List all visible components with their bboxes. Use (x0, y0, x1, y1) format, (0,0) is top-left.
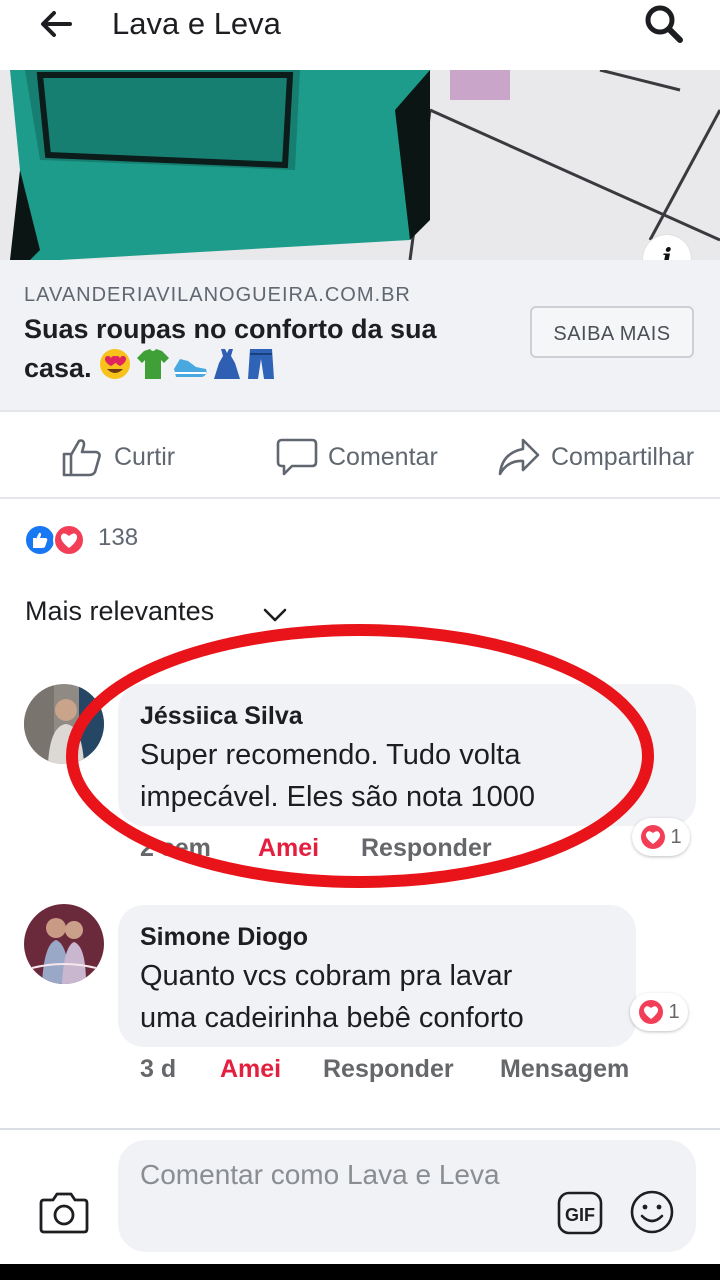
link-headline: Suas roupas no conforto da sua casa. (24, 312, 504, 390)
comment-reaction-badge[interactable]: 1 (630, 993, 688, 1031)
highlight-circle (66, 624, 654, 888)
comment-time: 3 d (140, 1055, 177, 1083)
divider (0, 410, 720, 412)
heart-eyes-emoji-icon (99, 349, 130, 379)
link-domain: LAVANDERIAVILANOGUEIRA.COM.BR (24, 284, 411, 306)
sneaker-emoji-icon (173, 359, 207, 377)
reaction-count: 1 (668, 1000, 680, 1023)
share-button[interactable]: Compartilhar (497, 432, 694, 482)
love-icon (53, 524, 85, 556)
comment-input-placeholder[interactable]: Comentar como Lava e Leva (140, 1155, 500, 1194)
like-label: Curtir (114, 442, 176, 471)
search-icon[interactable] (642, 2, 686, 46)
like-icon (24, 524, 56, 556)
reaction-icons[interactable] (24, 522, 96, 558)
back-arrow-icon[interactable] (36, 4, 76, 44)
system-nav-bar (0, 1264, 720, 1280)
smiley-icon[interactable] (628, 1188, 676, 1236)
reaction-count: 1 (670, 825, 682, 848)
gif-label: GIF (565, 1205, 595, 1225)
reaction-count[interactable]: 138 (98, 524, 138, 552)
dress-emoji-icon (213, 349, 240, 379)
like-button[interactable]: Curtir (60, 432, 175, 482)
profile-photo (24, 904, 104, 984)
message-button[interactable]: Mensagem (500, 1055, 629, 1084)
comment-bubble-icon (276, 438, 318, 476)
comment-text-line: uma cadeirinha bebê conforto (140, 1002, 524, 1034)
ad-image[interactable] (0, 70, 720, 260)
avatar[interactable] (24, 904, 104, 984)
gif-button[interactable]: GIF (556, 1190, 604, 1236)
comment-button[interactable]: Comentar (276, 432, 438, 482)
emoji-row (98, 347, 276, 390)
share-arrow-icon (498, 438, 540, 476)
love-icon (639, 1000, 664, 1024)
comment-text-line: Quanto vcs cobram pra lavar (140, 960, 513, 992)
share-label: Compartilhar (551, 442, 695, 471)
camera-icon[interactable] (38, 1188, 90, 1236)
top-app-bar (0, 0, 720, 70)
jeans-emoji-icon (247, 349, 274, 379)
tshirt-emoji-icon (136, 349, 169, 379)
divider (0, 497, 720, 499)
comment-label: Comentar (328, 442, 438, 471)
comment-author[interactable]: Simone Diogo (140, 923, 308, 952)
reply-button[interactable]: Responder (323, 1055, 454, 1084)
comment-love-button[interactable]: Amei (220, 1055, 281, 1084)
page-title: Lava e Leva (112, 6, 281, 41)
gif-icon: GIF (557, 1191, 603, 1235)
thumbs-up-icon (62, 439, 101, 477)
learn-more-button[interactable]: SAIBA MAIS (530, 306, 694, 358)
